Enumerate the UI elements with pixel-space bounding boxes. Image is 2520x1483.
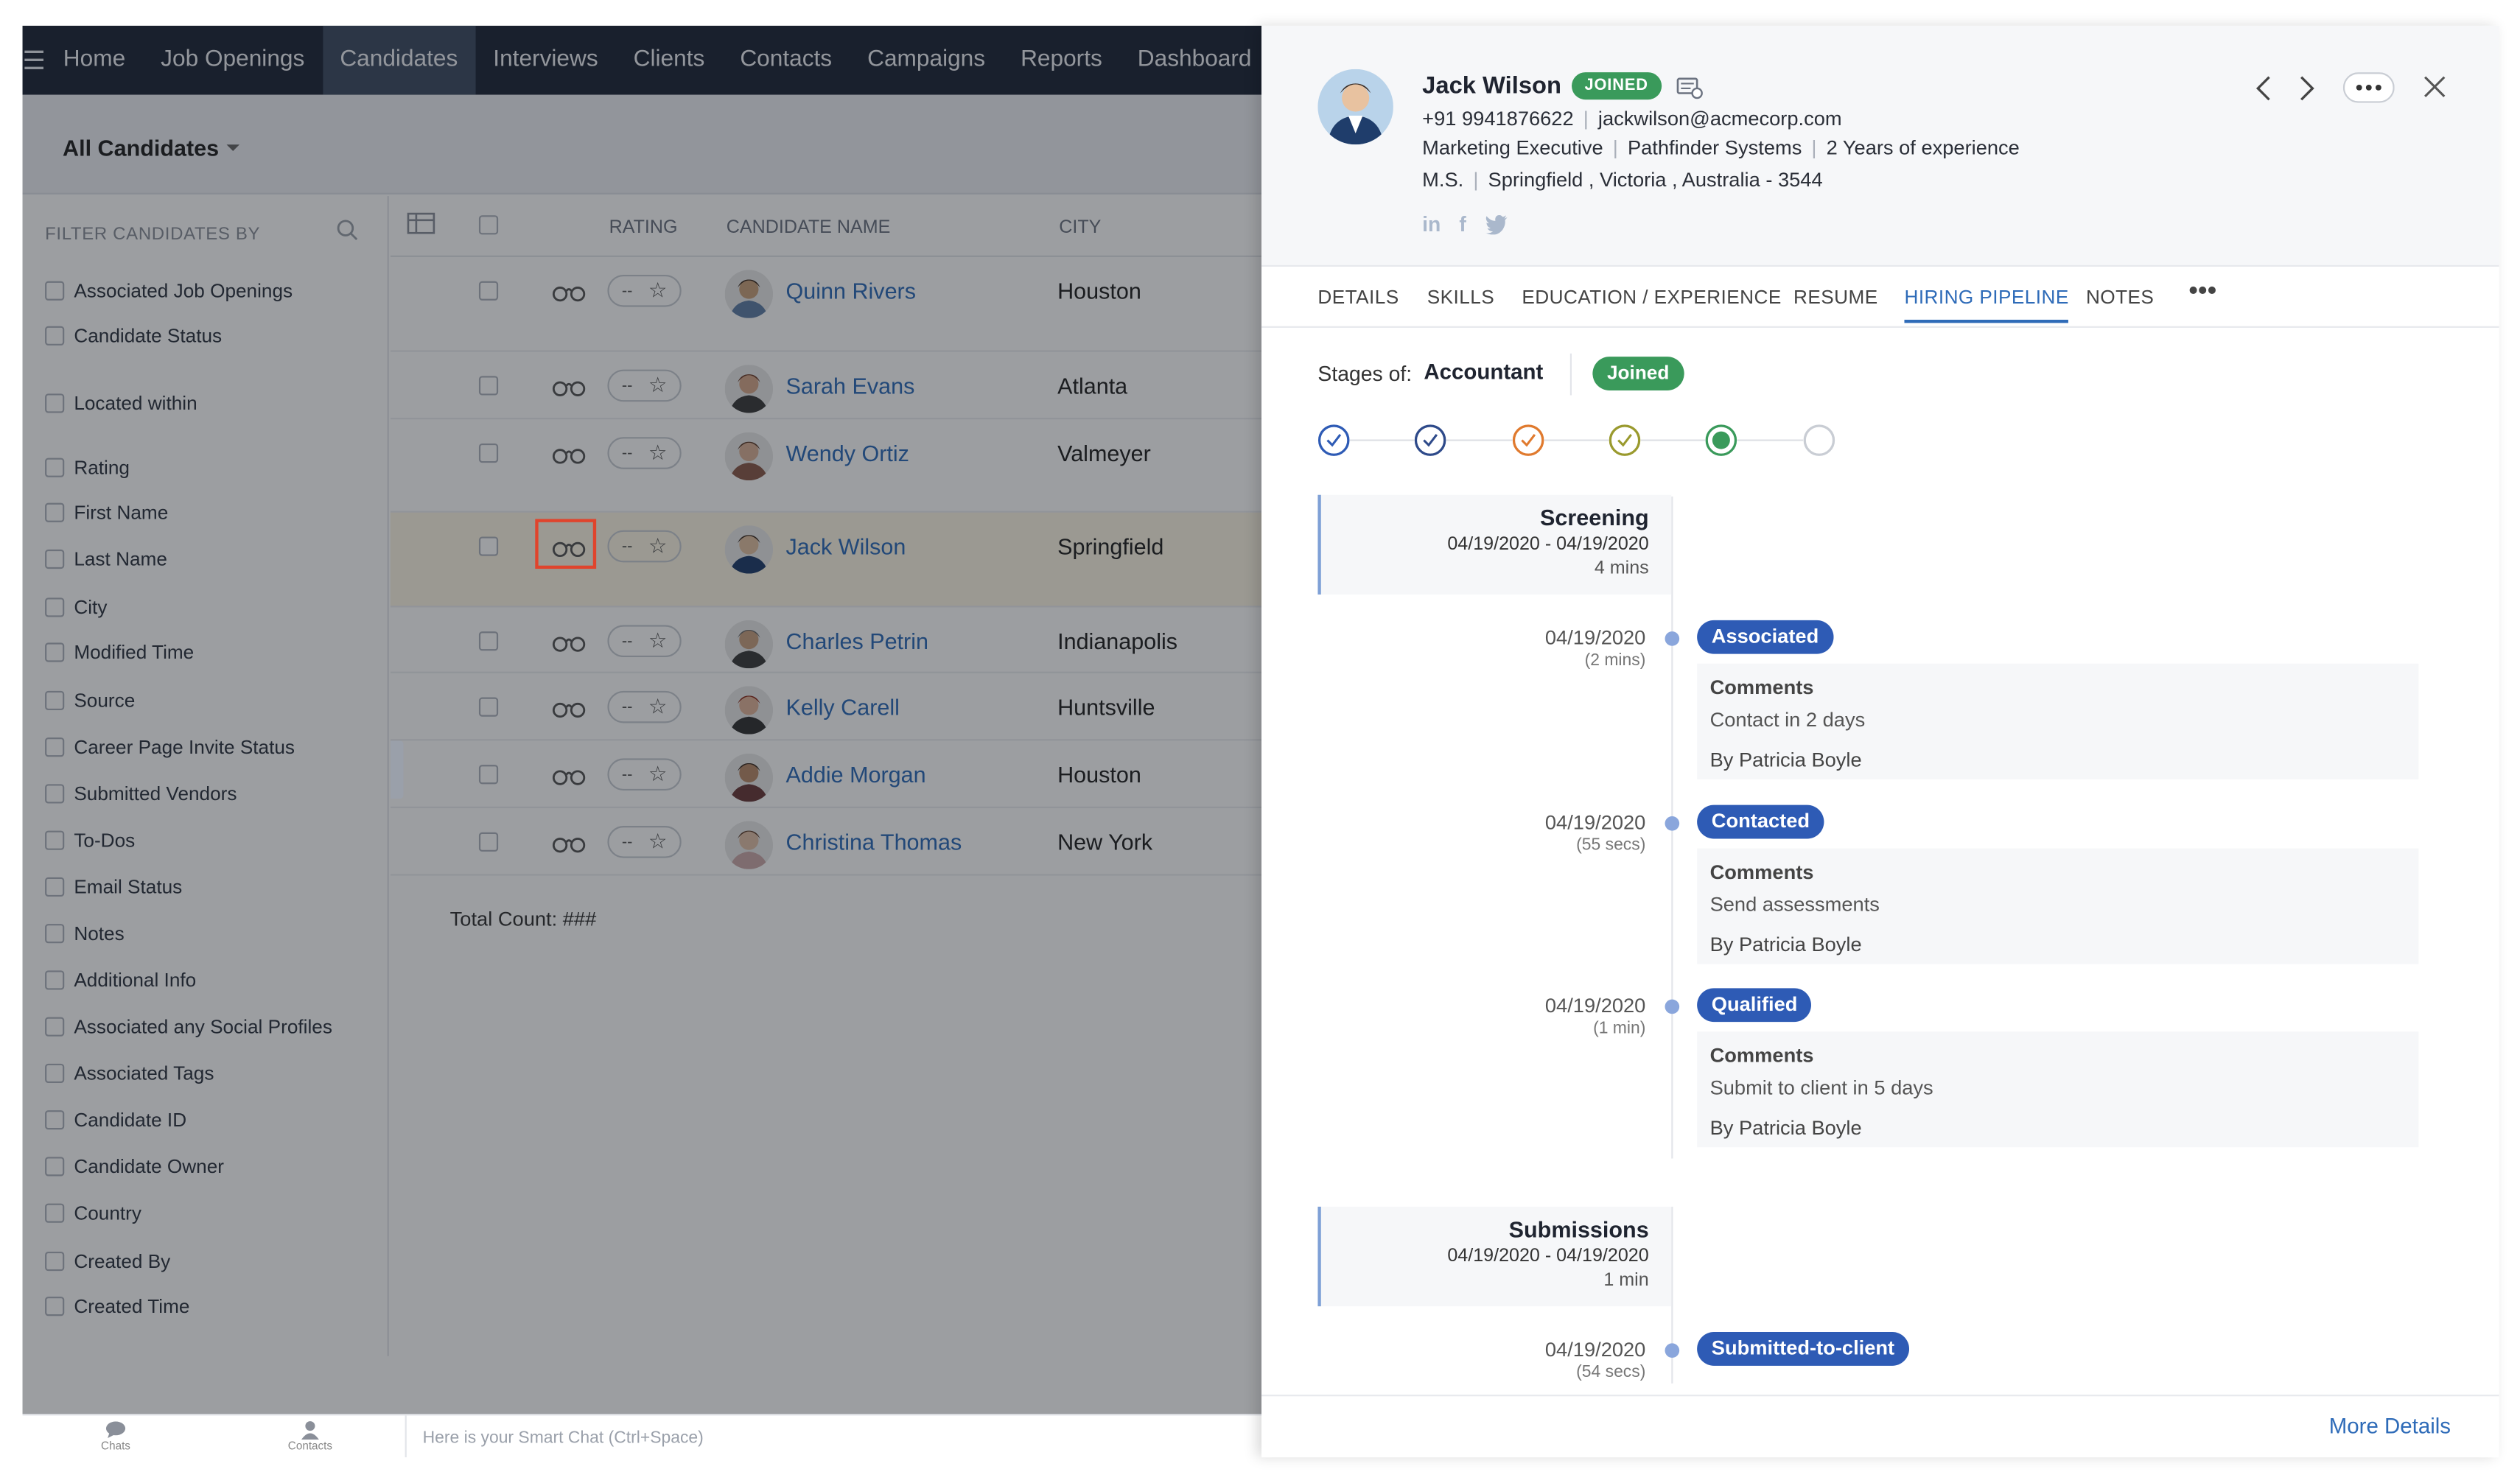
tab-education-experience[interactable]: EDUCATION / EXPERIENCE xyxy=(1522,286,1781,309)
candidate-name: Jack Wilson xyxy=(1422,72,1562,100)
job-line: Marketing Executive | Pathfinder Systems | 2… xyxy=(1422,136,2020,159)
pipeline-section: Submissions 04/19/2020 - 04/19/2020 1 min xyxy=(1317,1206,1672,1307)
comments-label: Comments xyxy=(1709,676,1814,699)
event-date: 04/19/2020 xyxy=(1544,626,1646,650)
candidate-detail-panel: Jack Wilson JOINED +91 9941876622 | jackwi… xyxy=(1261,25,2499,1458)
stage-stepper xyxy=(1317,424,1835,456)
stage-step-done[interactable] xyxy=(1414,424,1446,456)
highlight-box xyxy=(535,519,597,569)
candidate-address: Springfield , Victoria , Australia - 354… xyxy=(1488,169,1823,192)
bottom-bar: Chats Contacts Here is your Smart Chat (… xyxy=(22,1414,1262,1458)
stage-step-done[interactable] xyxy=(1317,424,1350,456)
pipeline-section: Screening 04/19/2020 - 04/19/2020 4 mins xyxy=(1317,494,1672,595)
stage-badge: Submitted-to-client xyxy=(1697,1332,1909,1366)
comments-label: Comments xyxy=(1709,861,1814,884)
comment-author: By Patricia Boyle xyxy=(1709,748,1862,771)
linkedin-icon[interactable]: in xyxy=(1422,212,1441,236)
stages-job[interactable]: Accountant xyxy=(1424,360,1543,385)
timeline-dot xyxy=(1665,999,1680,1014)
timeline-dot xyxy=(1665,816,1680,831)
collapse-filter-handle[interactable] xyxy=(390,740,404,799)
candidate-company: Pathfinder Systems xyxy=(1627,136,1802,159)
previous-icon[interactable] xyxy=(2253,74,2276,102)
address-line: M.S. | Springfield , Victoria , Australia … xyxy=(1422,169,1823,192)
event-duration: (1 min) xyxy=(1593,1018,1646,1038)
timeline-dot xyxy=(1665,631,1680,646)
stage-step-done[interactable] xyxy=(1512,424,1544,456)
more-details-link[interactable]: More Details xyxy=(2329,1414,2451,1438)
next-icon[interactable] xyxy=(2295,74,2317,102)
candidate-email[interactable]: jackwilson@acmecorp.com xyxy=(1598,108,1842,130)
comment-box: Comments Send assessments By Patricia Boyl… xyxy=(1697,848,2419,964)
stage-badge: Associated xyxy=(1697,620,1833,654)
comment-text: Submit to client in 5 days xyxy=(1709,1076,1933,1099)
event-duration: (55 secs) xyxy=(1576,835,1646,855)
event-date: 04/19/2020 xyxy=(1544,1338,1646,1361)
modal-overlay[interactable] xyxy=(22,25,1262,1414)
chats-button[interactable]: Chats xyxy=(68,1420,164,1453)
section-title: Screening xyxy=(1540,504,1649,530)
section-dates: 04/19/2020 - 04/19/2020 xyxy=(1447,535,1649,555)
event-duration: (2 mins) xyxy=(1584,651,1646,670)
section-dates: 04/19/2020 - 04/19/2020 xyxy=(1447,1247,1649,1266)
candidate-title: Marketing Executive xyxy=(1422,136,1603,159)
stage-badge: Qualified xyxy=(1697,988,1813,1023)
stage-step-done[interactable] xyxy=(1609,424,1641,456)
comment-box: Comments Contact in 2 days By Patricia Boy… xyxy=(1697,663,2419,779)
comment-author: By Patricia Boyle xyxy=(1709,933,1862,956)
comment-text: Send assessments xyxy=(1709,893,1880,916)
stage-step-pending[interactable] xyxy=(1803,424,1835,456)
section-title: Submissions xyxy=(1508,1216,1649,1242)
contacts-button[interactable]: Contacts xyxy=(262,1420,359,1453)
twitter-icon[interactable] xyxy=(1485,214,1509,235)
tab-hiring-pipeline[interactable]: HIRING PIPELINE xyxy=(1904,286,2069,323)
smart-chat-input[interactable]: Here is your Smart Chat (Ctrl+Space) xyxy=(405,1415,1261,1458)
candidate-phone: +91 9941876622 xyxy=(1422,108,1574,130)
event-duration: (54 secs) xyxy=(1576,1362,1646,1382)
chat-icon xyxy=(105,1421,126,1438)
comments-label: Comments xyxy=(1709,1044,1814,1067)
contact-line: +91 9941876622 | jackwilson@acmecorp.com xyxy=(1422,108,1842,130)
candidate-degree: M.S. xyxy=(1422,169,1464,192)
event-date: 04/19/2020 xyxy=(1544,995,1646,1017)
more-options-icon[interactable] xyxy=(2342,72,2395,103)
message-icon[interactable] xyxy=(1676,76,1704,100)
pipeline-status-badge: Joined xyxy=(1592,357,1684,390)
candidate-photo xyxy=(1317,69,1393,145)
tab-skills[interactable]: SKILLS xyxy=(1427,286,1494,309)
tab-details[interactable]: DETAILS xyxy=(1317,286,1399,309)
status-badge: JOINED xyxy=(1572,72,1662,100)
comment-author: By Patricia Boyle xyxy=(1709,1116,1862,1140)
tabs-more-icon[interactable]: ••• xyxy=(2189,278,2217,306)
section-duration: 1 min xyxy=(1603,1271,1649,1291)
close-icon[interactable] xyxy=(2423,76,2446,99)
comment-box: Comments Submit to client in 5 days By Pat… xyxy=(1697,1031,2419,1148)
tab-resume[interactable]: RESUME xyxy=(1793,286,1878,309)
candidate-experience: 2 Years of experience xyxy=(1826,136,2020,159)
stage-badge: Contacted xyxy=(1697,804,1824,839)
facebook-icon[interactable]: f xyxy=(1459,212,1466,236)
detail-tabs: DETAILS SKILLS EDUCATION / EXPERIENCE RE… xyxy=(1261,268,2499,328)
person-icon xyxy=(301,1421,319,1440)
divider xyxy=(1569,353,1572,396)
event-date: 04/19/2020 xyxy=(1544,811,1646,834)
stages-label: Stages of: xyxy=(1317,361,1413,386)
candidate-header: Jack Wilson JOINED +91 9941876622 | jackwi… xyxy=(1261,25,2499,267)
comment-text: Contact in 2 days xyxy=(1709,708,1866,732)
tab-notes[interactable]: NOTES xyxy=(2086,286,2154,309)
section-duration: 4 mins xyxy=(1594,558,1649,579)
panel-footer: More Details xyxy=(1261,1395,2499,1458)
timeline-dot xyxy=(1665,1343,1680,1358)
